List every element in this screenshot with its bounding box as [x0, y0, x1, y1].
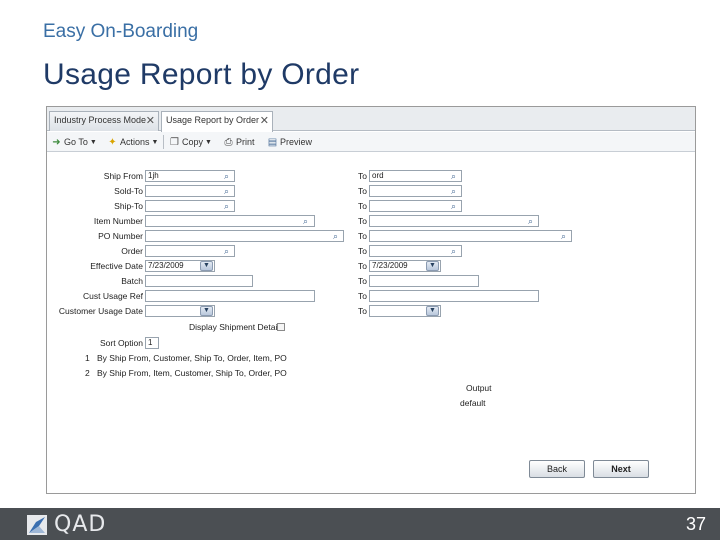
- actions-button[interactable]: ✦ Actions ▼: [107, 135, 158, 149]
- order-to-field[interactable]: [369, 245, 462, 257]
- item-number-to-field[interactable]: [369, 215, 539, 227]
- lookup-icon[interactable]: ⌕: [451, 186, 456, 196]
- lookup-icon[interactable]: ⌕: [528, 216, 533, 226]
- chevron-down-icon: ▼: [89, 138, 97, 146]
- sort-option-label: Sort Option: [100, 338, 143, 348]
- to-label: To: [358, 231, 367, 241]
- batch-to-field[interactable]: [369, 275, 479, 287]
- preview-label: Preview: [280, 137, 313, 147]
- lightbulb-icon: ✦: [108, 136, 117, 148]
- to-label: To: [358, 171, 367, 181]
- actions-label: Actions: [120, 137, 150, 147]
- to-label: To: [358, 276, 367, 286]
- lookup-icon[interactable]: ⌕: [224, 171, 229, 181]
- copy-icon: ❐: [170, 136, 179, 148]
- output-value: default: [460, 398, 486, 408]
- printer-icon: ⎙: [224, 136, 233, 148]
- chevron-down-icon[interactable]: ▼: [426, 306, 439, 316]
- item-number-label: Item Number: [93, 216, 143, 226]
- to-label: To: [358, 246, 367, 256]
- chevron-down-icon: ▼: [205, 138, 212, 146]
- app-screenshot: Industry Process Mode ✕ Usage Report by …: [46, 106, 696, 494]
- preview-button[interactable]: ▤ Preview: [267, 135, 312, 149]
- qad-logo: QAD: [26, 514, 121, 536]
- chevron-down-icon: ▼: [151, 138, 159, 146]
- chevron-down-icon[interactable]: ▼: [200, 261, 213, 271]
- ship-to-to-field[interactable]: [369, 200, 462, 212]
- copy-label: Copy: [182, 137, 204, 147]
- to-label: To: [358, 261, 367, 271]
- ship-to-label: Ship-To: [114, 201, 143, 211]
- sort-option-description: By Ship From, Item, Customer, Ship To, O…: [97, 368, 287, 378]
- lookup-icon[interactable]: ⌕: [451, 171, 456, 181]
- display-shipment-detail-checkbox[interactable]: [277, 323, 285, 331]
- lookup-icon[interactable]: ⌕: [451, 201, 456, 211]
- tab-usage-report-by-order[interactable]: Usage Report by Order ✕: [161, 111, 273, 132]
- lookup-icon[interactable]: ⌕: [451, 246, 456, 256]
- ship-from-field[interactable]: 1jh: [145, 170, 235, 182]
- sold-to-field[interactable]: [145, 185, 235, 197]
- tab-bar: Industry Process Mode ✕ Usage Report by …: [47, 107, 695, 132]
- batch-field[interactable]: [145, 275, 253, 287]
- preview-icon: ▤: [267, 136, 278, 148]
- next-button[interactable]: Next: [593, 460, 649, 478]
- cust-usage-ref-field[interactable]: [145, 290, 315, 302]
- to-label: To: [358, 306, 367, 316]
- chevron-down-icon[interactable]: ▼: [426, 261, 439, 271]
- goto-button[interactable]: ➜ Go To ▼: [51, 135, 97, 149]
- po-number-label: PO Number: [98, 231, 143, 241]
- goto-label: Go To: [64, 137, 88, 147]
- lookup-icon[interactable]: ⌕: [333, 231, 338, 241]
- item-number-field[interactable]: [145, 215, 315, 227]
- sold-to-to-field[interactable]: [369, 185, 462, 197]
- go-arrow-icon: ➜: [52, 136, 61, 148]
- lookup-icon[interactable]: ⌕: [224, 201, 229, 211]
- copy-button[interactable]: ❐ Copy ▼: [169, 135, 212, 149]
- display-shipment-detail-label: Display Shipment Detail:: [189, 322, 282, 332]
- batch-label: Batch: [121, 276, 143, 286]
- ship-to-field[interactable]: [145, 200, 235, 212]
- to-label: To: [358, 201, 367, 211]
- order-field[interactable]: [145, 245, 235, 257]
- close-icon[interactable]: ✕: [146, 114, 155, 127]
- lookup-icon[interactable]: ⌕: [224, 246, 229, 256]
- lookup-icon[interactable]: ⌕: [224, 186, 229, 196]
- ship-from-label: Ship From: [103, 171, 143, 181]
- tab-label: Usage Report by Order: [166, 115, 260, 125]
- back-button[interactable]: Back: [529, 460, 585, 478]
- sold-to-label: Sold-To: [114, 186, 143, 196]
- output-label: Output: [466, 383, 492, 393]
- slide-footer: QAD 37: [0, 508, 720, 540]
- effective-date-label: Effective Date: [90, 261, 143, 271]
- slide-title: Usage Report by Order: [43, 58, 360, 91]
- close-icon[interactable]: ✕: [260, 114, 269, 127]
- to-label: To: [358, 216, 367, 226]
- print-button[interactable]: ⎙ Print: [223, 135, 255, 149]
- customer-usage-date-label: Customer Usage Date: [58, 306, 143, 316]
- tab-label: Industry Process Mode: [54, 115, 147, 125]
- lookup-icon[interactable]: ⌕: [561, 231, 566, 241]
- sort-option-field[interactable]: 1: [145, 337, 159, 349]
- tab-industry-process-mode[interactable]: Industry Process Mode ✕: [49, 111, 159, 131]
- qad-logo-icon: [26, 514, 48, 536]
- order-label: Order: [121, 246, 143, 256]
- to-label: To: [358, 291, 367, 301]
- sort-option-description: By Ship From, Customer, Ship To, Order, …: [97, 353, 287, 363]
- cust-usage-ref-label: Cust Usage Ref: [83, 291, 143, 301]
- toolbar-separator: [163, 135, 164, 149]
- po-number-field[interactable]: [145, 230, 344, 242]
- lookup-icon[interactable]: ⌕: [303, 216, 308, 226]
- toolbar: ➜ Go To ▼ ✦ Actions ▼ ❐ Copy ▼ ⎙ Print ▤…: [47, 132, 695, 152]
- cust-usage-ref-to-field[interactable]: [369, 290, 539, 302]
- ship-from-to-field[interactable]: ord: [369, 170, 462, 182]
- to-label: To: [358, 186, 367, 196]
- qad-logo-text: QAD: [54, 512, 107, 537]
- chevron-down-icon[interactable]: ▼: [200, 306, 213, 316]
- print-label: Print: [236, 137, 255, 147]
- slide-kicker: Easy On-Boarding: [43, 21, 199, 42]
- page-number: 37: [685, 514, 706, 534]
- sort-option-number: 2: [85, 368, 90, 378]
- sort-option-number: 1: [85, 353, 90, 363]
- po-number-to-field[interactable]: [369, 230, 572, 242]
